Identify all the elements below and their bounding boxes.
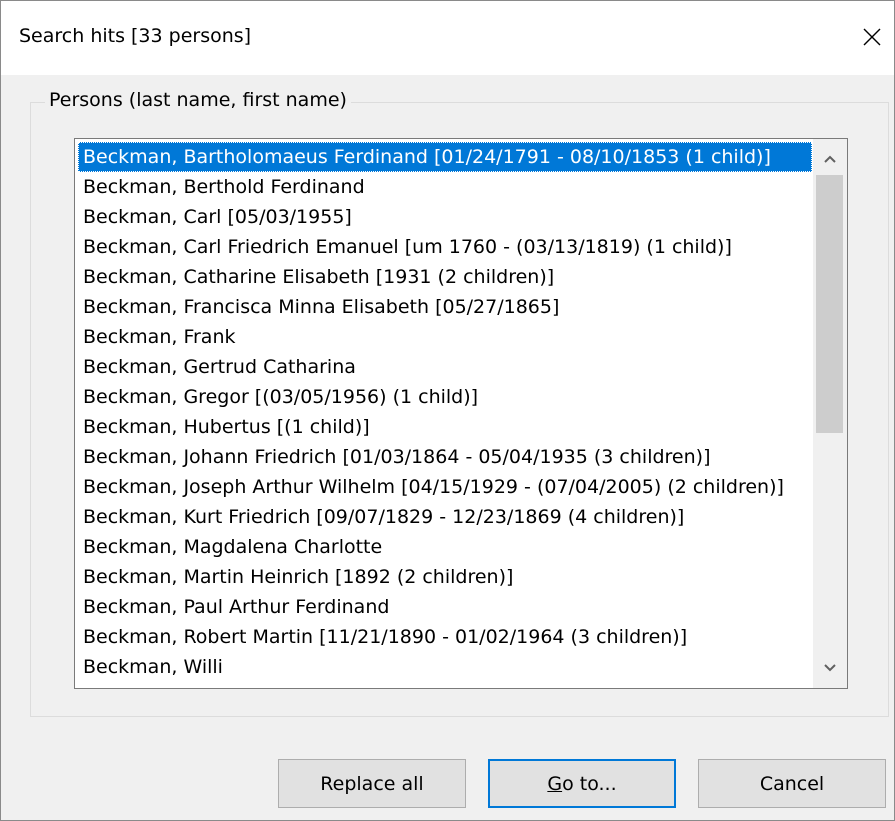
goto-label-rest: o to... <box>562 772 617 795</box>
list-item[interactable]: Beckman, Gregor [(03/05/1956) (1 child)] <box>78 382 812 412</box>
persons-list[interactable]: Beckman, Bartholomaeus Ferdinand [01/24/… <box>74 138 848 689</box>
title-bar: Search hits [33 persons] <box>1 1 894 75</box>
goto-mnemonic: G <box>547 772 563 795</box>
list-item[interactable]: Beckman, Catharine Elisabeth [1931 (2 ch… <box>78 262 812 292</box>
list-item[interactable]: Beckman, Bartholomaeus Ferdinand [01/24/… <box>78 142 812 172</box>
list-item[interactable]: Beckman, Johann Friedrich [01/03/1864 - … <box>78 442 812 472</box>
list-item[interactable]: Beckman, Carl Friedrich Emanuel [um 1760… <box>78 232 812 262</box>
list-item[interactable]: Beckman, Paul Arthur Ferdinand <box>78 592 812 622</box>
goto-button-label: Go to... <box>547 773 616 795</box>
dialog-title: Search hits [33 persons] <box>19 25 252 47</box>
search-hits-dialog: Search hits [33 persons] Persons (last n… <box>0 0 895 821</box>
list-item[interactable]: Beckman, Martin Heinrich [1892 (2 childr… <box>78 562 812 592</box>
list-item[interactable]: Beckman, Frank <box>78 322 812 352</box>
list-item[interactable]: Beckman, Magdalena Charlotte <box>78 532 812 562</box>
scroll-up-button[interactable] <box>813 142 847 176</box>
list-item[interactable]: Beckman, Hubertus [(1 child)] <box>78 412 812 442</box>
list-item[interactable]: Beckman, Joseph Arthur Wilhelm [04/15/19… <box>78 472 812 502</box>
list-item[interactable]: Beckman, Willi <box>78 652 812 682</box>
list-item[interactable]: Beckman, Kurt Friedrich [09/07/1829 - 12… <box>78 502 812 532</box>
chevron-down-icon <box>824 664 836 672</box>
list-item[interactable]: Beckman, Carl [05/03/1955] <box>78 202 812 232</box>
persons-list-items: Beckman, Bartholomaeus Ferdinand [01/24/… <box>78 142 812 686</box>
persons-group: Persons (last name, first name) Beckman,… <box>30 89 889 717</box>
vertical-scrollbar[interactable] <box>813 139 847 688</box>
close-icon <box>863 28 881 46</box>
dialog-body: Persons (last name, first name) Beckman,… <box>1 75 894 820</box>
scroll-down-button[interactable] <box>813 651 847 685</box>
cancel-button[interactable]: Cancel <box>698 759 886 808</box>
list-item[interactable]: Beckman, Francisca Minna Elisabeth [05/2… <box>78 292 812 322</box>
scroll-thumb[interactable] <box>816 175 843 433</box>
persons-group-label: Persons (last name, first name) <box>45 89 351 111</box>
replace-all-button[interactable]: Replace all <box>278 759 466 808</box>
list-item[interactable]: Beckman, Berthold Ferdinand <box>78 172 812 202</box>
goto-button[interactable]: Go to... <box>488 759 676 808</box>
list-item[interactable]: Beckman, Gertrud Catharina <box>78 352 812 382</box>
list-item[interactable]: Beckman, Robert Martin [11/21/1890 - 01/… <box>78 622 812 652</box>
close-button[interactable] <box>850 15 894 59</box>
chevron-up-icon <box>824 155 836 163</box>
